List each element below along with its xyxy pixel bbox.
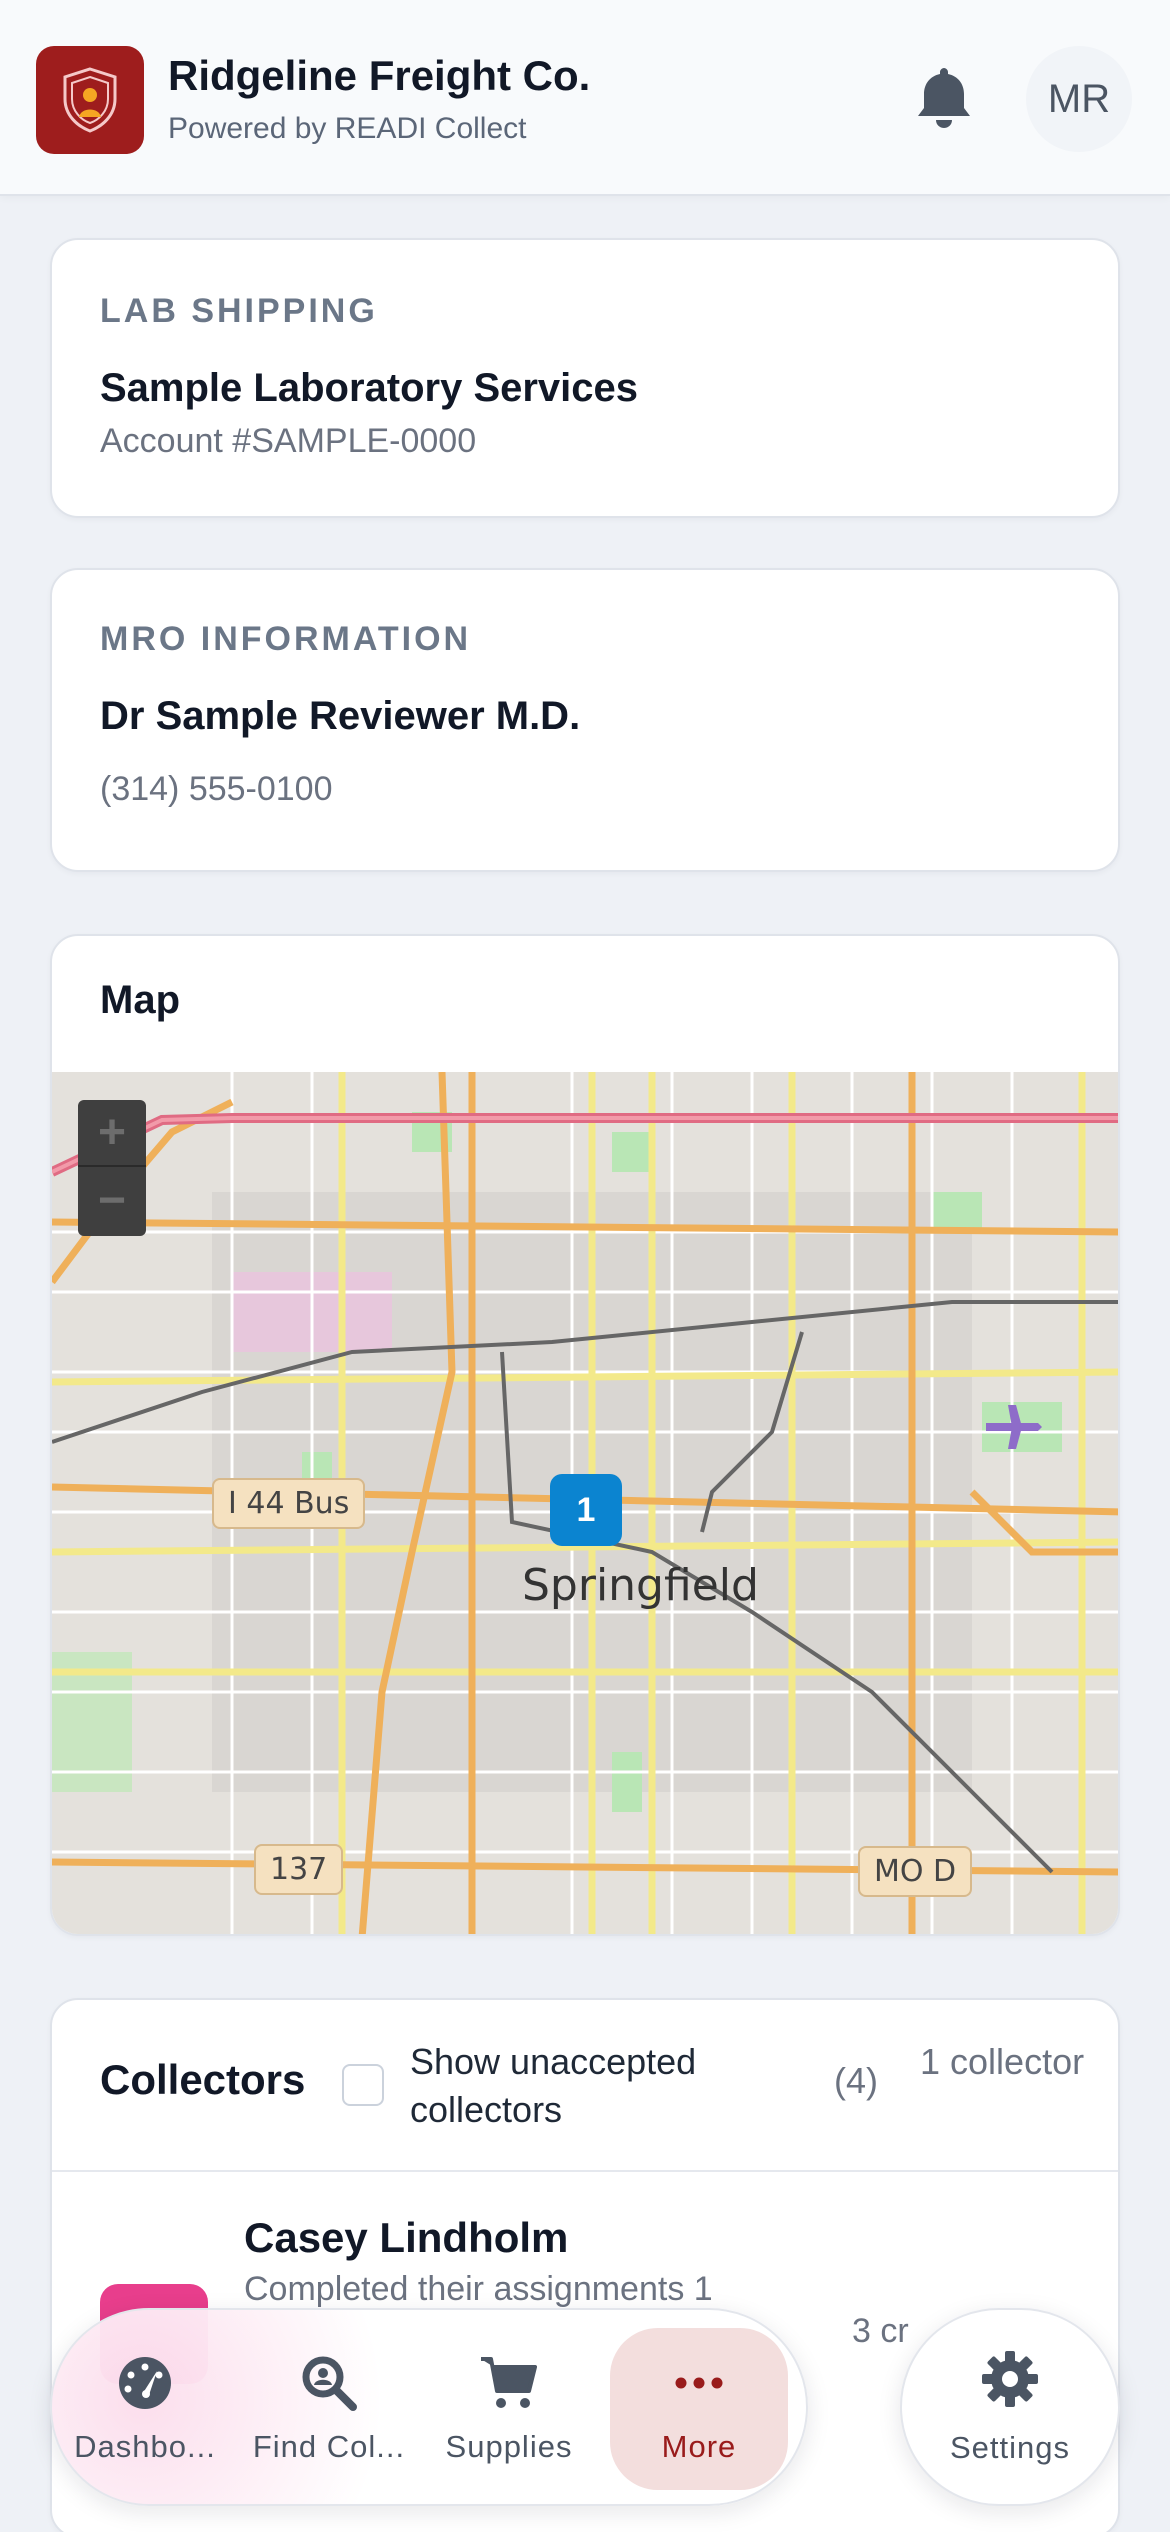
cart-icon — [479, 2353, 539, 2413]
nav-more[interactable]: More — [610, 2328, 788, 2490]
mro-phone[interactable]: (314) 555-0100 — [100, 770, 333, 809]
lab-account: Account #SAMPLE-0000 — [100, 422, 477, 460]
nav-dashboard[interactable]: Dashbo... — [56, 2328, 234, 2490]
nav-dashboard-label: Dashbo... — [74, 2429, 216, 2464]
lab-shipping-label: LAB SHIPPING — [100, 292, 378, 330]
road-shield-137: 137 — [254, 1844, 344, 1895]
user-avatar[interactable]: MR — [1026, 46, 1132, 152]
shield-logo-icon — [63, 67, 117, 133]
nav-settings[interactable]: Settings — [900, 2308, 1120, 2506]
nav-find-collectors[interactable]: Find Col... — [240, 2328, 418, 2490]
collector-extra-info: 3 cr — [852, 2312, 909, 2350]
map-card: Map + − I 44 Bus 137 MO D 1 Springfield — [50, 934, 1120, 1936]
unaccepted-count: (4) — [834, 2060, 878, 2101]
collector-name[interactable]: Casey Lindholm — [244, 2214, 568, 2262]
collectors-divider — [52, 2170, 1118, 2172]
company-name: Ridgeline Freight Co. — [168, 52, 591, 99]
road-shield-mod: MO D — [858, 1846, 973, 1897]
nav-supplies[interactable]: Supplies — [420, 2328, 598, 2490]
nav-settings-label: Settings — [949, 2429, 1070, 2465]
lab-name: Sample Laboratory Services — [100, 366, 639, 410]
show-unaccepted-checkbox[interactable] — [342, 2064, 384, 2106]
search-icon — [299, 2353, 359, 2413]
map-zoom-controls: + − — [78, 1100, 146, 1236]
map-city-label: Springfield — [522, 1560, 759, 1611]
mro-info-card: MRO INFORMATION Dr Sample Reviewer M.D. … — [50, 568, 1120, 872]
powered-by-text: Powered by READI Collect — [168, 112, 527, 145]
collectors-title: Collectors — [100, 2056, 306, 2103]
show-unaccepted-label[interactable]: Show unaccepted collectors — [410, 2038, 770, 2134]
mro-label: MRO INFORMATION — [100, 620, 472, 658]
map-title: Map — [100, 978, 180, 1022]
collector-status: Completed their assignments 1 — [244, 2270, 713, 2308]
nav-supplies-label: Supplies — [445, 2429, 573, 2464]
company-logo — [36, 46, 144, 154]
app-header: Ridgeline Freight Co. Powered by READI C… — [0, 0, 1170, 196]
dashboard-icon — [115, 2353, 175, 2413]
gear-icon — [980, 2349, 1040, 2414]
mro-name: Dr Sample Reviewer M.D. — [100, 694, 581, 738]
more-icon — [669, 2353, 729, 2413]
road-shield-i44bus: I 44 Bus — [212, 1478, 366, 1529]
nav-find-collectors-label: Find Col... — [252, 2429, 406, 2464]
collector-total: 1 collector — [920, 2041, 1085, 2082]
notifications-bell-icon[interactable] — [912, 64, 976, 132]
zoom-out-button[interactable]: − — [78, 1167, 146, 1234]
map-cluster-marker[interactable]: 1 — [550, 1474, 622, 1546]
zoom-in-button[interactable]: + — [78, 1100, 146, 1167]
map-view[interactable]: + − I 44 Bus 137 MO D 1 Springfield — [52, 1072, 1118, 1934]
lab-shipping-card: LAB SHIPPING Sample Laboratory Services … — [50, 238, 1120, 518]
nav-more-label: More — [661, 2429, 737, 2464]
bottom-navigation: Dashbo... Find Col... Supplies More — [50, 2308, 808, 2506]
